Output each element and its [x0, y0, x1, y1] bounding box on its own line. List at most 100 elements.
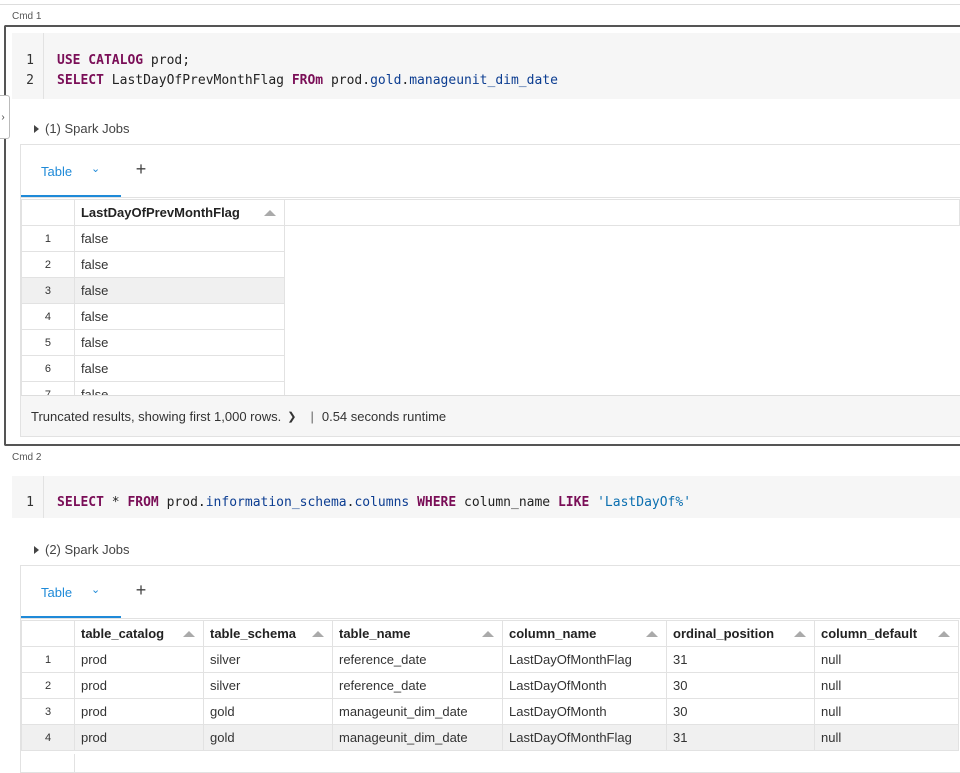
table-cell[interactable]: silver [203, 672, 333, 699]
table-cell[interactable]: silver [203, 646, 333, 673]
sort-icon[interactable] [312, 631, 324, 637]
table-cell[interactable]: LastDayOfMonth [502, 672, 667, 699]
column-header[interactable]: table_schema [203, 620, 333, 647]
table-cell[interactable]: 30 [666, 698, 815, 725]
chevron-down-icon[interactable]: ⌄ [91, 162, 100, 175]
column-header-label: table_schema [210, 626, 296, 641]
table-cell[interactable]: 31 [666, 646, 815, 673]
cell-1-label: Cmd 1 [12, 11, 42, 22]
tab-table-label: Table [41, 164, 73, 179]
top-divider [0, 4, 960, 5]
sort-icon[interactable] [183, 631, 195, 637]
sql-keyword: WHERE [417, 495, 457, 510]
sort-icon[interactable] [263, 210, 276, 216]
table-cell[interactable]: prod [74, 672, 204, 699]
column-header[interactable]: column_default [814, 620, 959, 647]
sort-icon[interactable] [794, 631, 806, 637]
column-header[interactable]: table_catalog [74, 620, 204, 647]
tab-table[interactable]: Table ⌄ [21, 566, 121, 618]
table-cell[interactable]: false [73, 251, 285, 278]
table-cell[interactable]: null [814, 698, 959, 725]
truncated-results-label[interactable]: Truncated results, showing first 1,000 r… [31, 409, 281, 424]
row-number: 2 [21, 251, 75, 278]
table-cell[interactable]: null [814, 724, 959, 751]
table-cell[interactable]: manageunit_dim_date [332, 698, 503, 725]
cell-1-editor[interactable]: 1 2 USE CATALOG prod; SELECT LastDayOfPr… [12, 33, 960, 99]
cell-2-editor[interactable]: 1 SELECT * FROM prod.information_schema.… [12, 476, 960, 518]
code-line-1[interactable]: USE CATALOG prod; [57, 53, 190, 68]
table-cell[interactable]: gold [203, 698, 333, 725]
table-cell[interactable]: false [73, 277, 285, 304]
table-cell[interactable]: null [814, 672, 959, 699]
tab-table[interactable]: Table ⌄ [21, 145, 121, 197]
spark-jobs-toggle-2[interactable]: (2) Spark Jobs [34, 542, 130, 557]
table-row[interactable]: 4 prod gold manageunit_dim_date LastDayO… [21, 724, 959, 751]
column-header-label: column_name [509, 626, 597, 641]
line-number: 2 [26, 73, 34, 88]
table-row[interactable]: 1 prod silver reference_date LastDayOfMo… [21, 646, 959, 673]
column-header-label: LastDayOfPrevMonthFlag [80, 205, 240, 220]
sql-text: LastDayOfPrevMonthFlag [103, 73, 292, 88]
chevron-down-icon[interactable]: ⌄ [91, 583, 100, 596]
row-number-column-divider [74, 754, 75, 772]
plus-icon[interactable]: + [131, 580, 151, 601]
table-row[interactable]: 3 prod gold manageunit_dim_date LastDayO… [21, 698, 959, 725]
sort-icon[interactable] [646, 631, 658, 637]
sql-keyword: SELECT [57, 73, 104, 88]
chevron-down-icon[interactable]: ❯ [287, 410, 296, 423]
row-number: 6 [21, 355, 75, 382]
table-row[interactable]: 3 false [21, 277, 960, 304]
sql-identifier: gold [370, 73, 402, 88]
table-cell[interactable]: 30 [666, 672, 815, 699]
table-cell[interactable]: false [73, 225, 285, 252]
cell-2-label: Cmd 2 [12, 452, 42, 463]
column-header[interactable]: table_name [332, 620, 503, 647]
table-cell[interactable]: 31 [666, 724, 815, 751]
spark-jobs-toggle-1[interactable]: (1) Spark Jobs [34, 121, 130, 136]
chevron-right-icon: › [1, 111, 5, 123]
table-cell[interactable]: gold [203, 724, 333, 751]
table-cell[interactable]: LastDayOfMonthFlag [502, 646, 667, 673]
sort-icon[interactable] [482, 631, 494, 637]
code-line-2[interactable]: SELECT LastDayOfPrevMonthFlag FROm prod.… [57, 73, 558, 88]
table-header-row: table_catalog table_schema table_name co… [21, 620, 959, 647]
sort-icon[interactable] [938, 631, 950, 637]
row-number-header [21, 199, 75, 226]
table-row[interactable]: 1 false [21, 225, 960, 252]
table-cell[interactable]: prod [74, 698, 204, 725]
row-number: 3 [21, 277, 75, 304]
results-footer: Truncated results, showing first 1,000 r… [21, 395, 960, 436]
collapse-cell-button[interactable]: › [0, 95, 10, 139]
table-cell[interactable]: LastDayOfMonth [502, 698, 667, 725]
table-cell[interactable]: reference_date [332, 646, 503, 673]
table-cell[interactable]: false [73, 303, 285, 330]
column-header[interactable]: ordinal_position [666, 620, 815, 647]
column-header-label: column_default [821, 626, 918, 641]
table-row[interactable]: 4 false [21, 303, 960, 330]
table-row[interactable]: 6 false [21, 355, 960, 382]
table-cell[interactable]: reference_date [332, 672, 503, 699]
table-cell[interactable]: prod [74, 646, 204, 673]
sql-keyword: FROM [127, 495, 159, 510]
row-number: 5 [21, 329, 75, 356]
plus-icon[interactable]: + [131, 159, 151, 180]
footer-divider: | [310, 408, 314, 424]
table-row[interactable]: 2 prod silver reference_date LastDayOfMo… [21, 672, 959, 699]
code-line-1[interactable]: SELECT * FROM prod.information_schema.co… [57, 495, 691, 510]
table-cell[interactable]: manageunit_dim_date [332, 724, 503, 751]
empty-header [283, 199, 960, 226]
line-number: 1 [26, 53, 34, 68]
column-header[interactable]: LastDayOfPrevMonthFlag [73, 199, 285, 226]
column-header[interactable]: column_name [502, 620, 667, 647]
column-header-label: table_name [339, 626, 411, 641]
table-row[interactable]: 5 false [21, 329, 960, 356]
caret-right-icon [34, 124, 39, 133]
spark-jobs-label: (2) Spark Jobs [45, 542, 130, 557]
row-number: 4 [21, 724, 75, 751]
table-cell[interactable]: false [73, 329, 285, 356]
table-row[interactable]: 2 false [21, 251, 960, 278]
table-cell[interactable]: null [814, 646, 959, 673]
table-cell[interactable]: prod [74, 724, 204, 751]
table-cell[interactable]: LastDayOfMonthFlag [502, 724, 667, 751]
table-cell[interactable]: false [73, 355, 285, 382]
